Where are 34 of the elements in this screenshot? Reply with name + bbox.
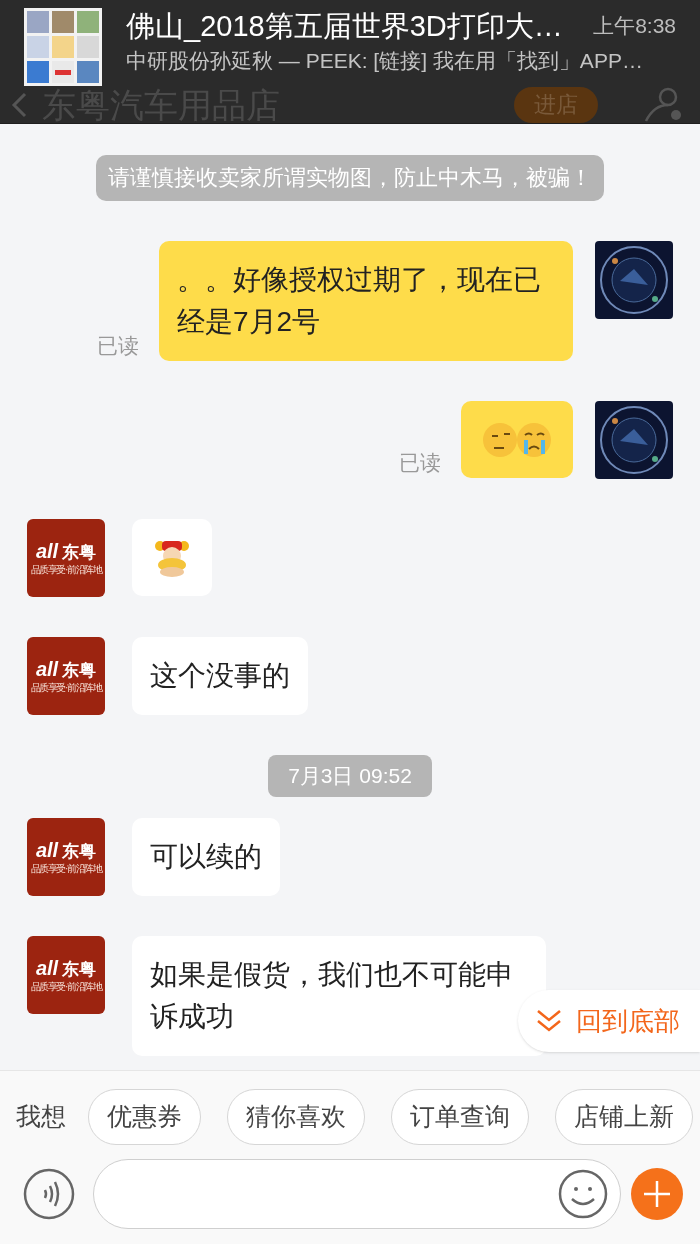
- notification-text: 中研股份孙延秋 — PEEK: [链接] 我在用「找到」APP…: [126, 48, 644, 74]
- logo-name: 东粤: [62, 660, 97, 682]
- logo-name: 东粤: [62, 959, 97, 981]
- read-status: 已读: [97, 332, 139, 359]
- logo-mark: all: [35, 658, 59, 680]
- logo-slogan: 品质享受·前沿阵地: [30, 564, 102, 576]
- quick-reply-label: 我想: [16, 1101, 66, 1133]
- quick-reply-chip[interactable]: 订单查询: [391, 1089, 529, 1145]
- read-status: 已读: [399, 449, 441, 476]
- logo-slogan: 品质享受·前沿阵地: [30, 682, 102, 694]
- double-chevron-icon: [536, 1009, 562, 1033]
- logo-slogan: 品质享受·前沿阵地: [30, 863, 102, 875]
- logo-name: 东粤: [62, 542, 97, 564]
- logo-mark: all: [35, 839, 59, 861]
- warning-notice: 请谨慎接收卖家所谓实物图，防止中木马，被骗！: [96, 155, 604, 201]
- notification-time: 上午8:38: [593, 13, 676, 40]
- message-bubble: 可以续的: [132, 818, 280, 896]
- quick-reply-chip[interactable]: 优惠券: [88, 1089, 201, 1145]
- logo-name: 东粤: [62, 841, 97, 863]
- quick-reply-chip[interactable]: 店铺上新: [555, 1089, 693, 1145]
- back-icon[interactable]: [10, 90, 28, 119]
- plus-icon[interactable]: [631, 1168, 683, 1220]
- message-bubble: 如果是假货，我们也不可能申诉成功: [132, 936, 546, 1056]
- logo-slogan: 品质享受·前沿阵地: [30, 981, 102, 993]
- notification-banner[interactable]: 佛山_2018第五届世界3D打印大… 上午8:38 中研股份孙延秋 — PEEK: [链接] 我在用「找到」APP…: [0, 0, 700, 86]
- timestamp: 7月3日 09:52: [268, 755, 432, 797]
- message-bubble: 这个没事的: [132, 637, 308, 715]
- notification-title: 佛山_2018第五届世界3D打印大…: [126, 9, 563, 44]
- emoji-icon[interactable]: [558, 1169, 608, 1219]
- logo-mark: all: [35, 540, 59, 562]
- voice-icon[interactable]: [23, 1168, 75, 1220]
- message-bubble: 。。好像授权过期了，现在已经是7月2号: [159, 241, 573, 361]
- quick-reply-chip[interactable]: 猜你喜欢: [227, 1089, 365, 1145]
- logo-mark: all: [35, 957, 59, 979]
